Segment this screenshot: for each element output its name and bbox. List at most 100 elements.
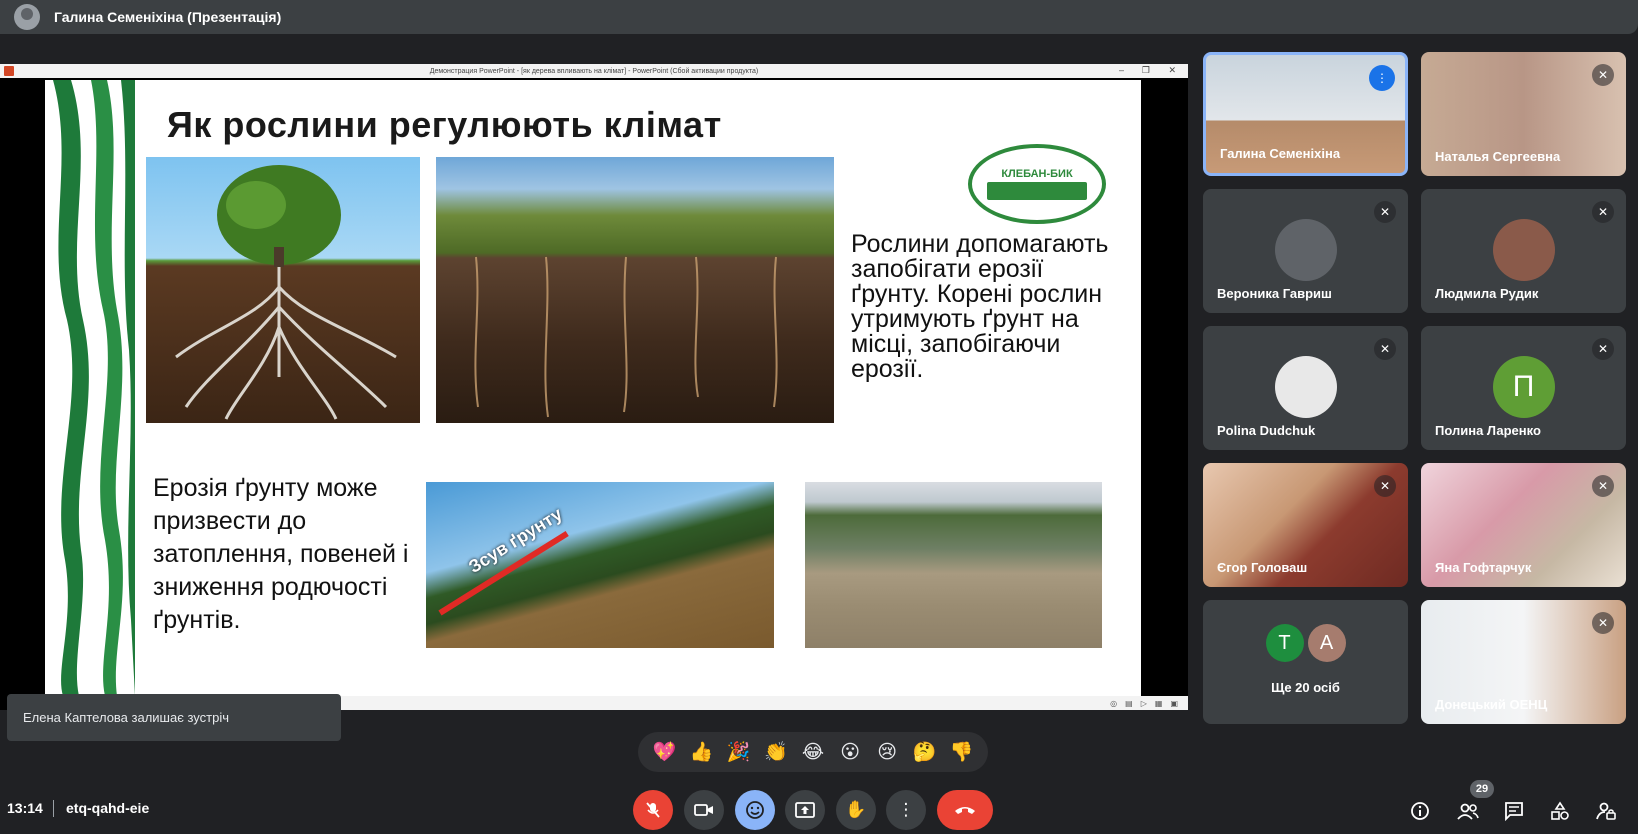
- people-count-badge: 29: [1470, 780, 1494, 798]
- present-icon: [795, 802, 815, 818]
- mic-off-icon: ✕: [1374, 201, 1396, 223]
- participant-initial: Т: [1265, 624, 1304, 662]
- logo-text: КЛЕБАН-БИК: [998, 168, 1076, 180]
- meeting-details-button[interactable]: [1407, 798, 1433, 824]
- presentation-window: Демонстрация PowerPoint - [як дерева впл…: [0, 64, 1188, 710]
- participant-avatar: [1492, 219, 1555, 281]
- present-screen-button[interactable]: [785, 790, 825, 830]
- participant-avatar: П: [1492, 356, 1555, 418]
- top-bar: Галина Семеніхіна (Презентація): [0, 0, 1638, 34]
- participant-tile[interactable]: ✕ Людмила Рудик: [1421, 189, 1626, 313]
- reaction-laugh[interactable]: 😂: [798, 741, 828, 764]
- camera-toggle-button[interactable]: [684, 790, 724, 830]
- participant-avatar: [1274, 356, 1337, 418]
- host-controls-button[interactable]: [1593, 798, 1619, 824]
- reading-view-icon[interactable]: ▣: [1170, 699, 1178, 708]
- sorter-icon[interactable]: ▦: [1155, 699, 1163, 708]
- participant-name: Polina Dudchuk: [1217, 423, 1316, 438]
- clock: 13:14: [7, 800, 43, 816]
- leave-call-button[interactable]: [937, 790, 993, 830]
- activities-button[interactable]: [1547, 798, 1573, 824]
- participant-name: Донецький ОЕНЦ: [1435, 697, 1548, 712]
- participant-tile[interactable]: ✕ Вероника Гавриш: [1203, 189, 1408, 313]
- mic-off-icon: ✕: [1592, 338, 1614, 360]
- minimize-icon: –: [1118, 65, 1124, 75]
- participant-name: Галина Семеніхіна: [1220, 146, 1341, 161]
- chat-icon: [1505, 802, 1523, 821]
- slideshow-icon[interactable]: ▷: [1141, 699, 1147, 708]
- reaction-clap[interactable]: 👏: [761, 740, 791, 764]
- audio-level-icon: ⋮: [1369, 65, 1395, 91]
- slide: Як рослини регулюють клімат КЛЕБАН-БИК Р…: [45, 80, 1141, 696]
- reaction-thumbs-down[interactable]: 👎: [946, 740, 976, 764]
- reaction-sad[interactable]: 😢: [872, 741, 902, 764]
- participant-avatar: [1274, 219, 1337, 281]
- participant-name: Людмила Рудик: [1435, 286, 1539, 301]
- camera-icon: [694, 804, 713, 816]
- notification-text: Елена Каптелова залишає зустріч: [23, 710, 229, 725]
- reaction-party[interactable]: 🎉: [724, 740, 754, 764]
- mic-off-icon: ✕: [1592, 201, 1614, 223]
- participant-tile[interactable]: ✕ Polina Dudchuk: [1203, 326, 1408, 450]
- mic-off-icon: ✕: [1592, 612, 1614, 634]
- end-call-icon: [955, 807, 975, 814]
- slide-decor-stripes: [45, 80, 135, 696]
- flood-image: [805, 482, 1102, 648]
- participant-name: Вероника Гавриш: [1217, 286, 1332, 301]
- divider: [53, 800, 54, 817]
- reaction-thinking[interactable]: 🤔: [909, 740, 939, 764]
- mic-off-icon: [646, 802, 660, 818]
- hand-icon: ✋: [845, 800, 867, 819]
- presenter-title: Галина Семеніхіна (Презентація): [54, 9, 282, 25]
- slide-body-text-left: Ерозія ґрунту може призвести до затоплен…: [153, 474, 409, 634]
- presenter-avatar: [14, 4, 40, 30]
- slide-title: Як рослини регулюють клімат: [167, 104, 722, 145]
- reaction-heart[interactable]: 💖: [650, 740, 680, 764]
- normal-view-icon[interactable]: ▤: [1125, 699, 1133, 708]
- ppt-window-title: Демонстрация PowerPoint - [як дерева впл…: [429, 67, 759, 75]
- participant-name: Наталья Сергеевна: [1435, 149, 1561, 164]
- reactions-bar: 💖 👍 🎉 👏 😂 😮 😢 🤔 👎: [638, 732, 988, 772]
- ppt-titlebar: Демонстрация PowerPoint - [як дерева впл…: [0, 64, 1188, 78]
- info-icon: [1411, 802, 1429, 820]
- powerpoint-icon: [4, 66, 14, 76]
- participant-tile[interactable]: ✕ П Полина Ларенко: [1421, 326, 1626, 450]
- more-participants-tile[interactable]: Т А Ще 20 осіб: [1203, 600, 1408, 724]
- participant-tile[interactable]: ✕ Наталья Сергеевна: [1421, 52, 1626, 176]
- restore-icon: ❐: [1141, 65, 1150, 75]
- leave-notification: Елена Каптелова залишає зустріч: [7, 694, 341, 741]
- lock-person-icon: [1596, 802, 1616, 820]
- mic-off-icon: ✕: [1374, 338, 1396, 360]
- activities-icon: [1551, 801, 1569, 820]
- more-options-button[interactable]: ⋮: [886, 790, 926, 830]
- participant-name: Єгор Головаш: [1217, 560, 1308, 575]
- ppt-statusbar: ◎ ▤ ▷ ▦ ▣: [330, 696, 1188, 710]
- participant-tile[interactable]: ✕ Донецький ОЕНЦ: [1421, 600, 1626, 724]
- mic-off-icon: ✕: [1374, 475, 1396, 497]
- slide-body-text-right: Рослини допомагають запобігати ерозії ґр…: [851, 230, 1109, 383]
- more-participants-label: Ще 20 осіб: [1271, 680, 1340, 695]
- participant-name: Полина Ларенко: [1435, 423, 1541, 438]
- mic-toggle-button[interactable]: [633, 790, 673, 830]
- klebanbyk-logo: КЛЕБАН-БИК: [968, 144, 1106, 224]
- tree-roots-image: [146, 157, 420, 423]
- participant-tile[interactable]: ✕ Єгор Головаш: [1203, 463, 1408, 587]
- people-button[interactable]: [1455, 798, 1481, 824]
- meeting-code: etq-qahd-eie: [66, 800, 150, 816]
- participant-tile[interactable]: ⋮ Галина Семеніхіна: [1203, 52, 1408, 176]
- mic-off-icon: ✕: [1592, 64, 1614, 86]
- participant-initial: А: [1307, 624, 1346, 662]
- reaction-surprised[interactable]: 😮: [835, 741, 865, 764]
- raise-hand-button[interactable]: ✋: [836, 790, 876, 830]
- logo-bison-mark: [987, 182, 1087, 200]
- soil-roots-image: [436, 157, 834, 423]
- more-participants-avatars: Т А: [1265, 624, 1346, 662]
- more-vert-icon: ⋮: [897, 800, 915, 819]
- chat-button[interactable]: [1501, 798, 1527, 824]
- reaction-thumbs-up[interactable]: 👍: [687, 740, 717, 764]
- participant-tile[interactable]: ✕ Яна Гофтарчук: [1421, 463, 1626, 587]
- reactions-button[interactable]: [735, 790, 775, 830]
- notes-icon[interactable]: ◎: [1110, 699, 1117, 708]
- people-icon: [1457, 803, 1479, 820]
- participant-name: Яна Гофтарчук: [1435, 560, 1532, 575]
